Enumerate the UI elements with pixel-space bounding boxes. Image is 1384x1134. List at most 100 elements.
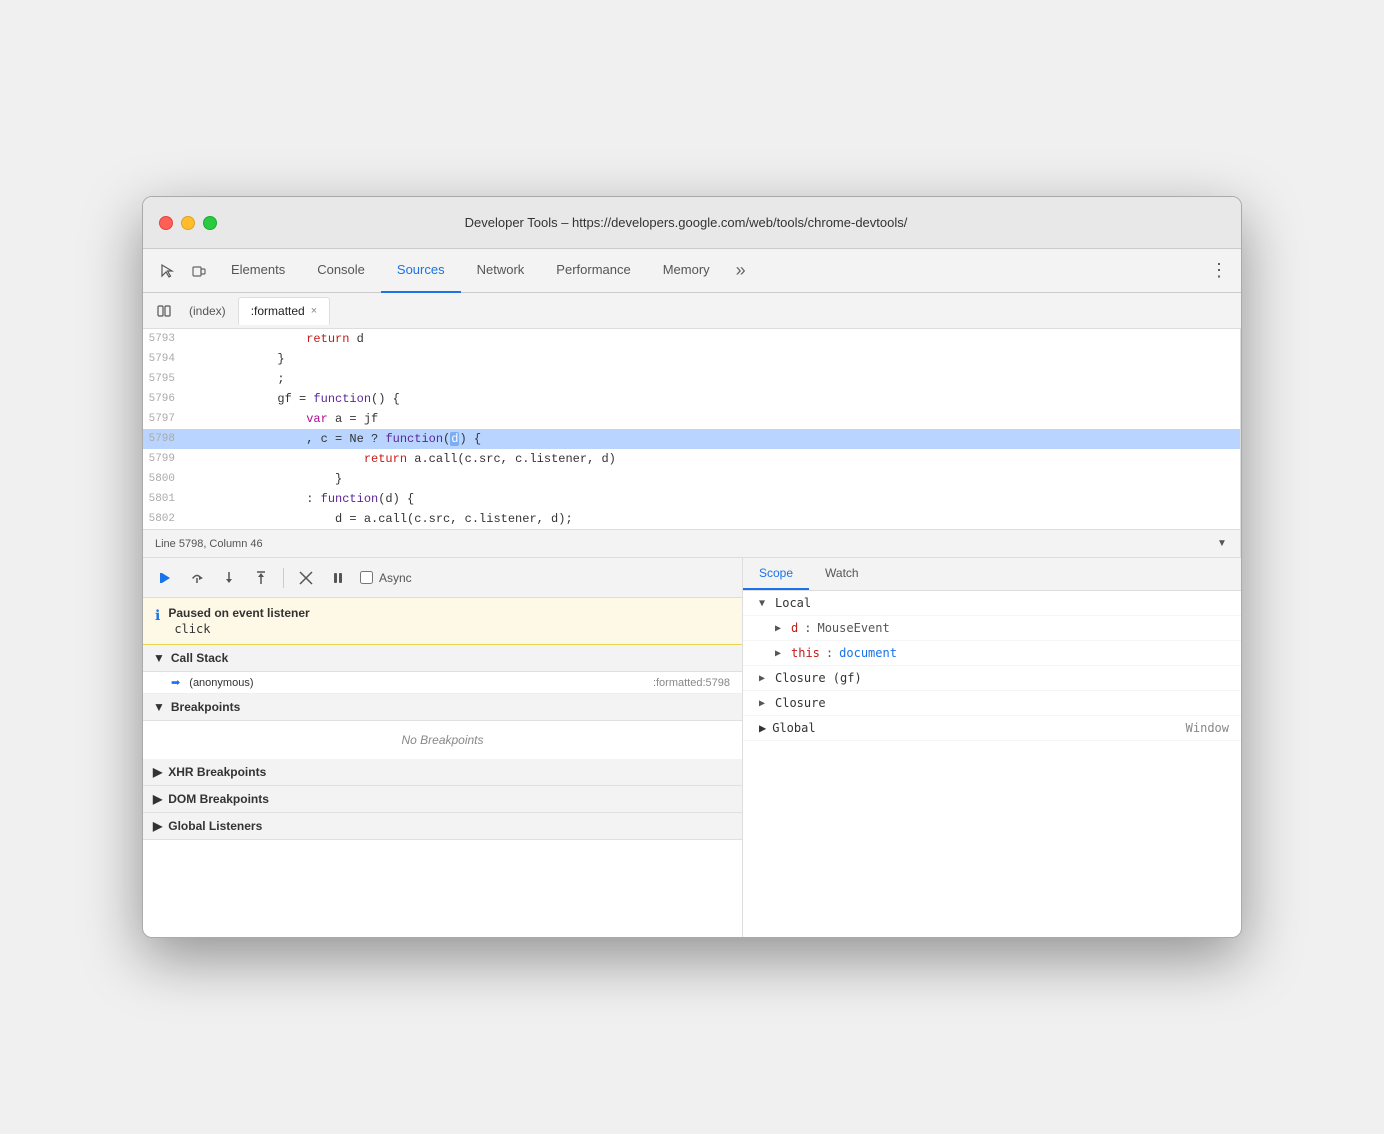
toolbar-divider bbox=[283, 568, 284, 588]
scope-this-colon: : bbox=[826, 646, 833, 660]
breakpoints-tri: ▼ bbox=[153, 700, 165, 714]
scroll-down-icon[interactable]: ▼ bbox=[1216, 538, 1228, 550]
call-stack-header[interactable]: ▼ Call Stack bbox=[143, 645, 742, 672]
scope-closure-gf-label: Closure (gf) bbox=[775, 671, 862, 685]
d-expand-tri: ▶ bbox=[775, 623, 785, 634]
tab-watch[interactable]: Watch bbox=[809, 558, 875, 590]
paused-notice: ℹ Paused on event listener click bbox=[143, 598, 742, 645]
more-tabs-button[interactable]: » bbox=[730, 260, 752, 281]
paused-detail: click bbox=[168, 620, 309, 636]
call-stack-location: :formatted:5798 bbox=[653, 677, 730, 689]
right-panel: Scope Watch ▼ Local ▶ d : MouseEvent ▶ t… bbox=[743, 558, 1241, 937]
file-tab-formatted[interactable]: :formatted × bbox=[238, 297, 330, 325]
scope-d-key: d bbox=[791, 621, 798, 635]
scope-closure-header[interactable]: ▶ Closure bbox=[743, 691, 1241, 716]
scope-global-label: Global bbox=[772, 721, 815, 735]
call-stack-func: (anonymous) bbox=[189, 677, 253, 689]
pause-on-exceptions-button[interactable] bbox=[324, 564, 352, 592]
paused-title: Paused on event listener bbox=[168, 606, 309, 620]
code-line-5795: 5795 ; bbox=[143, 369, 1240, 389]
step-out-button[interactable] bbox=[247, 564, 275, 592]
global-listeners-label: Global Listeners bbox=[168, 819, 262, 833]
title-bar: Developer Tools – https://developers.goo… bbox=[143, 197, 1241, 249]
device-toggle-icon[interactable] bbox=[183, 255, 215, 287]
call-stack-name: ➡ (anonymous) bbox=[171, 676, 253, 689]
devtools-window: Developer Tools – https://developers.goo… bbox=[142, 196, 1242, 938]
tab-memory[interactable]: Memory bbox=[647, 249, 726, 293]
scope-this-key: this bbox=[791, 646, 820, 660]
tab-elements[interactable]: Elements bbox=[215, 249, 301, 293]
dom-breakpoints-label: DOM Breakpoints bbox=[168, 792, 269, 806]
call-stack-item[interactable]: ➡ (anonymous) :formatted:5798 bbox=[143, 672, 742, 694]
bottom-panel: Async ℹ Paused on event listener click ▼… bbox=[143, 557, 1241, 937]
code-line-5798: 5798 , c = Ne ? function(d) { bbox=[143, 429, 1240, 449]
window-title: Developer Tools – https://developers.goo… bbox=[147, 215, 1225, 230]
code-line-5793: 5793 return d bbox=[143, 329, 1240, 349]
step-over-button[interactable] bbox=[183, 564, 211, 592]
scope-d-colon: : bbox=[804, 621, 811, 635]
current-frame-arrow: ➡ bbox=[171, 677, 180, 689]
cursor-position: Line 5798, Column 46 bbox=[155, 538, 263, 550]
code-area[interactable]: 5793 return d 5794 } 5795 ; 5796 gf = fu… bbox=[143, 329, 1240, 529]
tab-performance[interactable]: Performance bbox=[540, 249, 646, 293]
no-breakpoints-label: No Breakpoints bbox=[143, 721, 742, 759]
scope-d-val: MouseEvent bbox=[817, 621, 889, 635]
breakpoints-label: Breakpoints bbox=[171, 700, 240, 714]
paused-content: Paused on event listener click bbox=[168, 606, 309, 636]
select-tool-icon[interactable] bbox=[151, 255, 183, 287]
devtools-menu-button[interactable]: ⋮ bbox=[1205, 257, 1233, 285]
code-line-5801: 5801 : function(d) { bbox=[143, 489, 1240, 509]
tab-network[interactable]: Network bbox=[461, 249, 541, 293]
file-tab-index[interactable]: (index) bbox=[177, 297, 238, 325]
closure-gf-tri: ▶ bbox=[759, 673, 769, 684]
this-expand-tri: ▶ bbox=[775, 648, 785, 659]
scope-local-header[interactable]: ▼ Local bbox=[743, 591, 1241, 616]
scope-d-item[interactable]: ▶ d : MouseEvent bbox=[743, 616, 1241, 641]
info-icon: ℹ bbox=[155, 607, 160, 624]
file-tab-bar: (index) :formatted × bbox=[143, 293, 1241, 329]
left-panel: Async ℹ Paused on event listener click ▼… bbox=[143, 558, 743, 937]
scope-this-val: document bbox=[839, 646, 897, 660]
step-into-button[interactable] bbox=[215, 564, 243, 592]
global-listeners-header[interactable]: ▶ Global Listeners bbox=[143, 813, 742, 840]
tab-scope[interactable]: Scope bbox=[743, 558, 809, 590]
scope-closure-gf-header[interactable]: ▶ Closure (gf) bbox=[743, 666, 1241, 691]
code-line-5796: 5796 gf = function() { bbox=[143, 389, 1240, 409]
scope-global-val: Window bbox=[1186, 721, 1229, 735]
dom-breakpoints-tri: ▶ bbox=[153, 792, 162, 806]
async-checkbox[interactable]: Async bbox=[360, 571, 412, 585]
resume-button[interactable] bbox=[151, 564, 179, 592]
scope-this-item[interactable]: ▶ this : document bbox=[743, 641, 1241, 666]
code-line-5794: 5794 } bbox=[143, 349, 1240, 369]
code-line-5802: 5802 d = a.call(c.src, c.listener, d); bbox=[143, 509, 1240, 529]
scope-tab-bar: Scope Watch bbox=[743, 558, 1241, 591]
devtools-tab-bar: Elements Console Sources Network Perform… bbox=[143, 249, 1241, 293]
debugger-toolbar: Async bbox=[143, 558, 742, 598]
code-line-5797: 5797 var a = jf bbox=[143, 409, 1240, 429]
tab-sources[interactable]: Sources bbox=[381, 249, 461, 293]
toggle-panel-button[interactable] bbox=[151, 298, 177, 324]
close-tab-icon[interactable]: × bbox=[311, 305, 317, 317]
async-label: Async bbox=[379, 571, 412, 585]
dom-breakpoints-header[interactable]: ▶ DOM Breakpoints bbox=[143, 786, 742, 813]
xhr-breakpoints-tri: ▶ bbox=[153, 765, 162, 779]
scope-global-header[interactable]: ▶ Global Window bbox=[743, 716, 1241, 741]
closure-tri: ▶ bbox=[759, 698, 769, 709]
global-tri: ▶ bbox=[759, 721, 766, 735]
deactivate-breakpoints-button[interactable] bbox=[292, 564, 320, 592]
code-line-5799: 5799 return a.call(c.src, c.listener, d) bbox=[143, 449, 1240, 469]
global-listeners-tri: ▶ bbox=[153, 819, 162, 833]
status-bar: Line 5798, Column 46 ▼ bbox=[143, 529, 1240, 557]
call-stack-tri: ▼ bbox=[153, 651, 165, 665]
breakpoints-header[interactable]: ▼ Breakpoints bbox=[143, 694, 742, 721]
code-line-5800: 5800 } bbox=[143, 469, 1240, 489]
file-tab-formatted-label: :formatted bbox=[251, 304, 305, 318]
async-checkbox-input[interactable] bbox=[360, 571, 373, 584]
tab-console[interactable]: Console bbox=[301, 249, 381, 293]
scope-local-label: Local bbox=[775, 596, 811, 610]
code-panel: 5793 return d 5794 } 5795 ; 5796 gf = fu… bbox=[143, 329, 1241, 557]
call-stack-label: Call Stack bbox=[171, 651, 228, 665]
xhr-breakpoints-header[interactable]: ▶ XHR Breakpoints bbox=[143, 759, 742, 786]
local-tri: ▼ bbox=[759, 598, 769, 609]
scope-closure-label: Closure bbox=[775, 696, 826, 710]
